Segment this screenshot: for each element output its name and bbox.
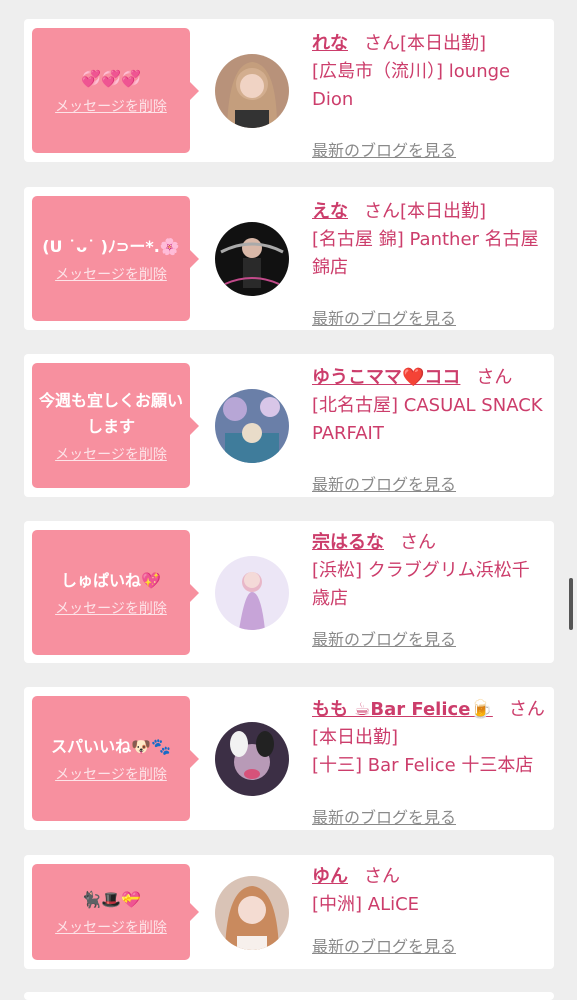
work-status: [本日出勤] [400, 201, 487, 222]
shop-name: [北名古屋] CASUAL SNACK PARFAIT [312, 395, 543, 444]
avatar[interactable] [215, 54, 289, 128]
cast-info: えな さん[本日出勤] [名古屋 錦] Panther 名古屋錦店 最新のブログを… [312, 198, 547, 328]
shop-name: [名古屋 錦] Panther 名古屋錦店 [312, 229, 539, 278]
message-bubble: 💞💞💞 メッセージを削除 [32, 28, 199, 153]
cast-info: れな さん[本日出勤] [広島市（流川）] lounge Dion 最新のブログを… [312, 30, 547, 160]
delete-message-link[interactable]: メッセージを削除 [55, 600, 167, 618]
cast-name[interactable]: えな [312, 201, 348, 222]
avatar[interactable] [215, 722, 289, 796]
cast-info: ゆうこママ❤️ココ さん [北名古屋] CASUAL SNACK PARFAIT … [312, 364, 547, 494]
cast-info: もも ☕Bar Felice🍺 さん [本日出勤] [十三] Bar Felice … [312, 696, 547, 827]
message-text: スパいいね🐶🐾 [51, 736, 171, 756]
honorific: さん [364, 866, 400, 887]
latest-blog-link[interactable]: 最新のブログを見る [312, 475, 456, 495]
latest-blog-link[interactable]: 最新のブログを見る [312, 141, 456, 161]
message-card-partial [24, 992, 554, 1000]
message-text: 今週も宜しくお願いします [38, 390, 183, 436]
cast-info: ゆん さん [中洲] ALiCE 最新のブログを見る [312, 863, 547, 956]
shop-name: [広島市（流川）] lounge Dion [312, 61, 511, 110]
cast-name[interactable]: ゆん [312, 866, 348, 887]
work-status: [本日出勤] [400, 33, 487, 54]
latest-blog-link[interactable]: 最新のブログを見る [312, 937, 456, 957]
message-card: スパいいね🐶🐾 メッセージを削除 もも ☕Bar Felice🍺 さん [本日出勤]… [24, 687, 554, 830]
delete-message-link[interactable]: メッセージを削除 [55, 766, 167, 784]
cast-name[interactable]: ゆうこママ❤️ココ [312, 367, 460, 388]
message-text: 💞💞💞 [81, 68, 141, 88]
cast-info: 宗はるな さん [浜松] クラブグリム浜松千歳店 最新のブログを見る [312, 529, 547, 649]
shop-name: [浜松] クラブグリム浜松千歳店 [312, 560, 530, 609]
message-card: しゅぱいね💖 メッセージを削除 宗はるな さん [浜松] クラブグリム浜松千歳店 … [24, 521, 554, 663]
avatar[interactable] [215, 389, 289, 463]
message-card: 💞💞💞 メッセージを削除 れな さん[本日出勤] [広島市（流川）] lounge… [24, 19, 554, 162]
delete-message-link[interactable]: メッセージを削除 [55, 266, 167, 284]
shop-name: [中洲] ALiCE [312, 894, 420, 915]
honorific: さん [476, 367, 513, 388]
message-bubble: (U ˙ᴗ˙ )ﾉ⊃ー*.🌸 メッセージを削除 [32, 196, 199, 321]
latest-blog-link[interactable]: 最新のブログを見る [312, 309, 456, 329]
scrollbar[interactable] [569, 578, 573, 630]
delete-message-link[interactable]: メッセージを削除 [55, 98, 167, 116]
message-card: 今週も宜しくお願いします メッセージを削除 ゆうこママ❤️ココ さん [北名古屋]… [24, 354, 554, 497]
avatar[interactable] [215, 222, 289, 296]
avatar[interactable] [215, 556, 289, 630]
cast-name[interactable]: れな [312, 33, 348, 54]
honorific: さん [364, 201, 400, 222]
message-card: (U ˙ᴗ˙ )ﾉ⊃ー*.🌸 メッセージを削除 えな さん[本日出勤] [名古屋 … [24, 187, 554, 330]
honorific: さん [400, 532, 436, 553]
message-bubble: 今週も宜しくお願いします メッセージを削除 [32, 363, 199, 488]
cast-name[interactable]: 宗はるな [312, 532, 384, 553]
delete-message-link[interactable]: メッセージを削除 [55, 919, 167, 937]
latest-blog-link[interactable]: 最新のブログを見る [312, 808, 456, 828]
delete-message-link[interactable]: メッセージを削除 [55, 446, 167, 464]
latest-blog-link[interactable]: 最新のブログを見る [312, 630, 456, 650]
message-card: 🐈‍⬛🎩💝 メッセージを削除 ゆん さん [中洲] ALiCE 最新のブログを見る [24, 855, 554, 969]
message-bubble: しゅぱいね💖 メッセージを削除 [32, 530, 199, 655]
honorific: さん [364, 33, 400, 54]
message-bubble: スパいいね🐶🐾 メッセージを削除 [32, 696, 199, 821]
message-text: (U ˙ᴗ˙ )ﾉ⊃ー*.🌸 [42, 236, 180, 256]
avatar[interactable] [215, 876, 289, 950]
message-text: 🐈‍⬛🎩💝 [81, 890, 141, 909]
honorific: さん [508, 699, 545, 720]
shop-name: [十三] Bar Felice 十三本店 [312, 755, 534, 776]
cast-name[interactable]: もも ☕Bar Felice🍺 [312, 699, 493, 720]
message-bubble: 🐈‍⬛🎩💝 メッセージを削除 [32, 864, 199, 960]
work-status: [本日出勤] [312, 727, 399, 748]
message-text: しゅぱいね💖 [61, 570, 161, 590]
